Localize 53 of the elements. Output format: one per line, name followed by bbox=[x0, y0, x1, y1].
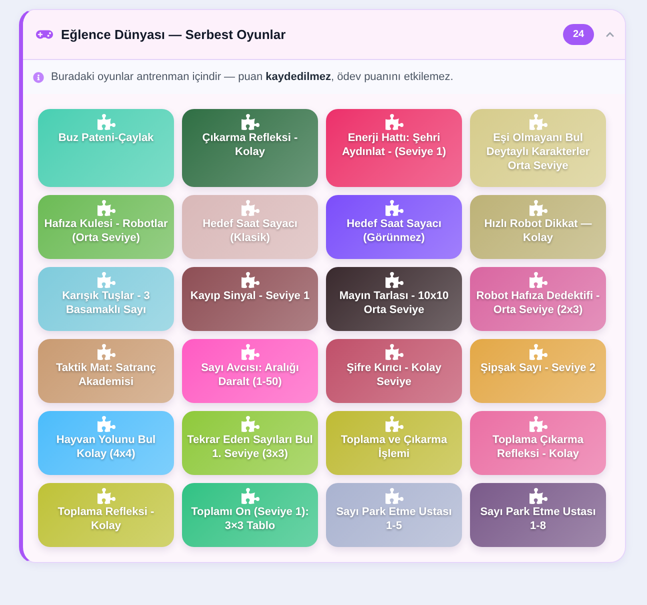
puzzle-icon bbox=[528, 344, 548, 360]
game-tile[interactable]: Toplama Refleksi - Kolay bbox=[38, 483, 174, 547]
game-tile[interactable]: Mayın Tarlası - 10x10 Orta Seviye bbox=[326, 267, 462, 331]
game-tile[interactable]: Sayı Park Etme Ustası 1-5 bbox=[326, 483, 462, 547]
game-tile[interactable]: Şifre Kırıcı - Kolay Seviye bbox=[326, 339, 462, 403]
puzzle-icon bbox=[528, 488, 548, 504]
game-tile[interactable]: Hedef Saat Sayacı (Görünmez) bbox=[326, 195, 462, 259]
notice-text: Buradaki oyunlar antrenman içindir — puan kaydedilmez, ödev puanını etkilemez. bbox=[51, 70, 454, 85]
info-icon bbox=[33, 72, 44, 82]
puzzle-icon bbox=[96, 344, 116, 360]
puzzle-icon bbox=[240, 114, 260, 130]
puzzle-icon bbox=[96, 416, 116, 432]
game-tile[interactable]: Hedef Saat Sayacı (Klasik) bbox=[182, 195, 318, 259]
puzzle-icon bbox=[528, 114, 548, 130]
game-tile[interactable]: Toplama ve Çıkarma İşlemi bbox=[326, 411, 462, 475]
game-tile[interactable]: Sayı Park Etme Ustası 1-8 bbox=[470, 483, 606, 547]
game-tile[interactable]: Toplama Çıkarma Refleksi - Kolay bbox=[470, 411, 606, 475]
game-tile[interactable]: Taktik Mat: Satranç Akademisi bbox=[38, 339, 174, 403]
game-tile[interactable]: Hayvan Yolunu Bul Kolay (4x4) bbox=[38, 411, 174, 475]
puzzle-icon bbox=[528, 200, 548, 216]
game-tile[interactable]: Şipşak Sayı - Seviye 2 bbox=[470, 339, 606, 403]
game-tile[interactable]: Kayıp Sinyal - Seviye 1 bbox=[182, 267, 318, 331]
game-tile[interactable]: Sayı Avcısı: Aralığı Daralt (1-50) bbox=[182, 339, 318, 403]
puzzle-icon bbox=[96, 488, 116, 504]
game-tile[interactable]: Robot Hafıza Dedektifi - Orta Seviye (2x3) bbox=[470, 267, 606, 331]
panel-title: Eğlence Dünyası — Serbest Oyunlar bbox=[61, 26, 286, 44]
puzzle-icon bbox=[384, 200, 404, 216]
puzzle-icon bbox=[384, 416, 404, 432]
game-tile[interactable]: Hızlı Robot Dikkat — Kolay bbox=[470, 195, 606, 259]
puzzle-icon bbox=[96, 114, 116, 130]
game-tile[interactable]: Eşi Olmayanı Bul Deytaylı Karakterler Orta Seviye bbox=[470, 109, 606, 187]
puzzle-icon bbox=[240, 272, 260, 288]
game-tile[interactable]: Toplamı On (Seviye 1): 3×3 Tablo bbox=[182, 483, 318, 547]
game-tile[interactable]: Tekrar Eden Sayıları Bul 1. Seviye (3x3) bbox=[182, 411, 318, 475]
puzzle-icon bbox=[240, 488, 260, 504]
collapse-chevron-icon[interactable] bbox=[604, 30, 616, 39]
puzzle-icon bbox=[96, 272, 116, 288]
count-badge: 24 bbox=[563, 24, 594, 45]
puzzle-icon bbox=[96, 200, 116, 216]
puzzle-icon bbox=[384, 344, 404, 360]
game-tile[interactable]: Hafıza Kulesi - Robotlar (Orta Seviye) bbox=[38, 195, 174, 259]
puzzle-icon bbox=[384, 272, 404, 288]
game-tile[interactable]: Çıkarma Refleksi - Kolay bbox=[182, 109, 318, 187]
game-tile[interactable]: Buz Pateni-Çaylak bbox=[38, 109, 174, 187]
game-tile[interactable]: Enerji Hattı: Şehri Aydınlat - (Seviye 1) bbox=[326, 109, 462, 187]
game-tile[interactable]: Karışık Tuşlar - 3 Basamaklı Sayı bbox=[38, 267, 174, 331]
puzzle-icon bbox=[384, 488, 404, 504]
puzzle-icon bbox=[240, 344, 260, 360]
puzzle-icon bbox=[240, 200, 260, 216]
puzzle-icon bbox=[240, 416, 260, 432]
puzzle-icon bbox=[528, 272, 548, 288]
puzzle-icon bbox=[384, 114, 404, 130]
puzzle-icon bbox=[528, 416, 548, 432]
